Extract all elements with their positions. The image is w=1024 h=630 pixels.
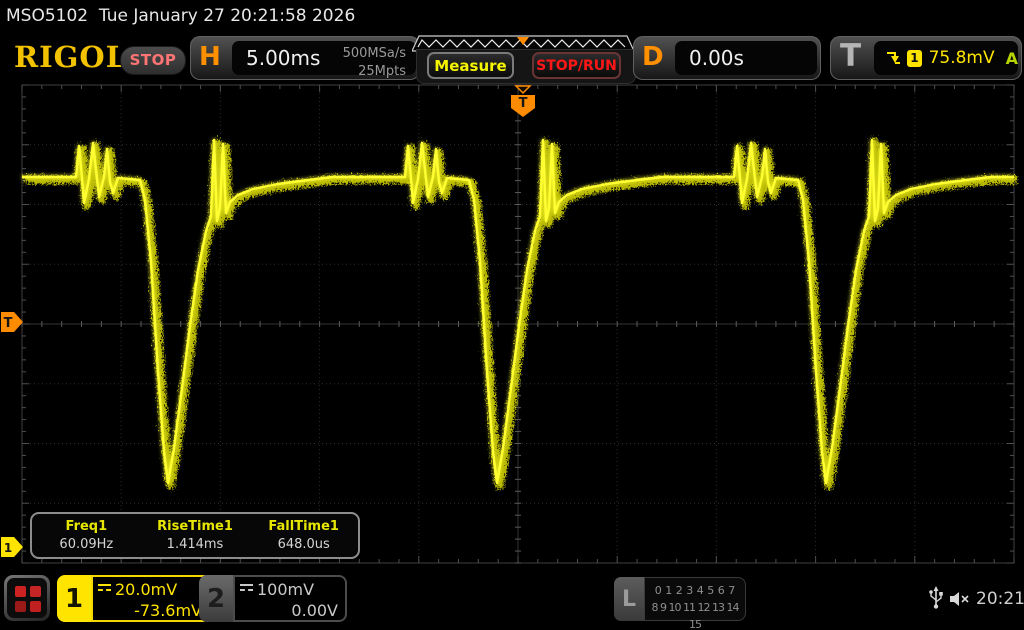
- ch1-position-marker[interactable]: 1: [1, 537, 23, 557]
- trigger-slope-icon: [886, 50, 900, 66]
- quick-access-button[interactable]: [4, 575, 50, 621]
- clock: 20:21: [976, 589, 1024, 609]
- horizontal-panel[interactable]: H 5.00ms 500MSa/s 25Mpts: [190, 36, 420, 80]
- stop-run-button[interactable]: STOP/RUN: [532, 52, 621, 79]
- measurement-value: 60.09Hz: [32, 537, 141, 552]
- run-state-badge[interactable]: STOP: [120, 46, 186, 75]
- logic-row-high: 8 9 10 11 12 13 14 15: [645, 599, 745, 630]
- channel2-values: 100mV 0.00V: [233, 575, 347, 622]
- quick-access-grid-icon: [7, 578, 47, 618]
- trigger-level-label: T: [4, 316, 13, 331]
- measurement-falltime: FallTime1 648.0us: [249, 514, 358, 557]
- speaker-muted-icon[interactable]: [948, 590, 972, 608]
- channel2-status[interactable]: 2 100mV 0.00V: [199, 575, 347, 622]
- trigger-level-marker[interactable]: T: [1, 312, 23, 332]
- measurement-label: FallTime1: [249, 519, 358, 534]
- logic-channels-status[interactable]: L 0 1 2 3 4 5 6 7 8 9 10 11 12 13 14 15: [614, 577, 746, 621]
- delay-value: 0.00s: [689, 46, 744, 70]
- measurement-value: 648.0us: [249, 537, 358, 552]
- delay-label: D: [642, 42, 664, 72]
- dc-coupling-icon: [240, 584, 253, 595]
- acquisition-info: 500MSa/s 25Mpts: [343, 45, 406, 80]
- horizontal-label: H: [199, 42, 221, 72]
- timebase-value: 5.00ms: [246, 46, 320, 70]
- trigger-panel-inner: 1 75.8mV A: [874, 41, 1018, 75]
- trigger-panel-label: T: [840, 38, 861, 74]
- channel1-scale: 20.0mV: [115, 580, 177, 599]
- memory-depth: 25Mpts: [343, 63, 406, 81]
- channel1-status[interactable]: 1 20.0mV -73.6mV: [57, 575, 211, 622]
- channel1-number: 1: [57, 575, 91, 622]
- measurement-risetime: RiseTime1 1.414ms: [141, 514, 250, 557]
- horizontal-panel-inner: 5.00ms 500MSa/s 25Mpts: [232, 41, 416, 75]
- channel2-offset: 0.00V: [240, 601, 338, 620]
- measurement-value: 1.414ms: [141, 537, 250, 552]
- channel1-values: 20.0mV -73.6mV: [91, 575, 211, 622]
- channel2-number: 2: [199, 575, 233, 622]
- trigger-sweep-mode: A: [1006, 49, 1018, 68]
- logic-row-low: 0 1 2 3 4 5 6 7: [645, 582, 745, 599]
- measure-button[interactable]: Measure: [427, 52, 514, 79]
- measurement-label: Freq1: [32, 519, 141, 534]
- channel2-scale: 100mV: [257, 580, 314, 599]
- delay-panel[interactable]: D 0.00s: [633, 36, 821, 80]
- logic-label: L: [614, 577, 644, 621]
- dc-coupling-icon: [98, 584, 111, 595]
- logic-channel-list: 0 1 2 3 4 5 6 7 8 9 10 11 12 13 14 15: [644, 577, 746, 621]
- trigger-position-marker[interactable]: T: [511, 86, 535, 117]
- measurement-results-box[interactable]: Freq1 60.09Hz RiseTime1 1.414ms FallTime…: [30, 512, 360, 559]
- rigol-logo: RIGOL: [14, 40, 127, 74]
- sample-rate: 500MSa/s: [343, 45, 406, 63]
- trigger-source-badge: 1: [907, 50, 921, 67]
- measurement-freq: Freq1 60.09Hz: [32, 514, 141, 557]
- delay-panel-inner: 0.00s: [675, 41, 817, 75]
- trigger-panel[interactable]: T 1 75.8mV A: [830, 36, 1022, 80]
- usb-icon: [928, 586, 944, 610]
- oscilloscope-screen: MSO5102 Tue January 27 20:21:58 2026 T: [0, 0, 1024, 630]
- ch1-position-label: 1: [4, 541, 12, 555]
- channel1-offset: -73.6mV: [98, 601, 202, 620]
- trigger-level-value: 75.8mV: [929, 48, 995, 68]
- measurement-label: RiseTime1: [141, 519, 250, 534]
- trigger-position-label: T: [519, 96, 528, 111]
